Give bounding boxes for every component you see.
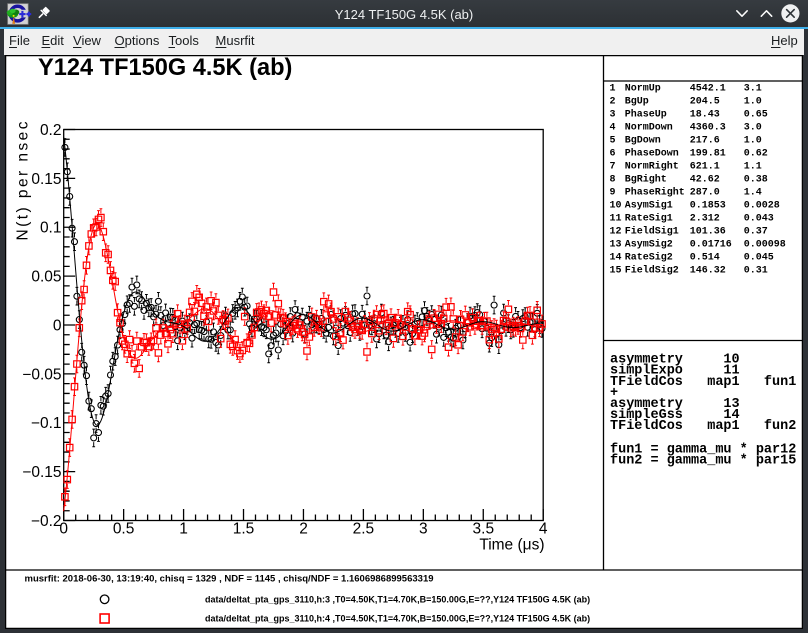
svg-text:0.2: 0.2 — [40, 122, 62, 139]
svg-text:217.6: 217.6 — [690, 136, 720, 147]
svg-text:10: 10 — [610, 201, 622, 212]
svg-text:6: 6 — [610, 149, 616, 160]
svg-text:N(t) per nsec: N(t) per nsec — [14, 119, 31, 240]
svg-text:204.5: 204.5 — [690, 97, 720, 108]
svg-text:12: 12 — [610, 227, 622, 238]
svg-text:RateSig1: RateSig1 — [625, 213, 673, 225]
svg-text:199.81: 199.81 — [690, 149, 726, 160]
svg-text:1: 1 — [610, 84, 616, 95]
svg-text:0.62: 0.62 — [744, 149, 768, 160]
svg-text:FieldSig1: FieldSig1 — [625, 226, 679, 238]
svg-text:0.15: 0.15 — [31, 171, 61, 188]
svg-text:4: 4 — [610, 123, 616, 134]
svg-text:14: 14 — [610, 253, 622, 264]
svg-text:data/deltat_pta_gps_3110,h:4 ,: data/deltat_pta_gps_3110,h:4 ,T0=4.50K,T… — [205, 613, 590, 623]
svg-text:0.514: 0.514 — [690, 253, 720, 264]
svg-text:4: 4 — [539, 521, 548, 538]
svg-text:Time (μs): Time (μs) — [479, 537, 544, 554]
svg-text:−0.2: −0.2 — [31, 513, 62, 530]
svg-text:5: 5 — [610, 136, 616, 147]
svg-text:146.32: 146.32 — [690, 266, 726, 277]
svg-text:13: 13 — [610, 240, 622, 251]
svg-text:0.01716: 0.01716 — [690, 240, 732, 251]
svg-text:1.0: 1.0 — [744, 136, 762, 147]
svg-text:−0.05: −0.05 — [22, 366, 61, 383]
svg-text:9: 9 — [610, 188, 616, 199]
svg-text:4542.1: 4542.1 — [690, 84, 726, 95]
svg-text:1.4: 1.4 — [744, 188, 762, 199]
svg-text:PhaseUp: PhaseUp — [625, 109, 667, 121]
svg-text:1: 1 — [179, 521, 188, 538]
svg-text:15: 15 — [610, 266, 622, 277]
svg-text:−0.15: −0.15 — [22, 464, 61, 481]
svg-text:8: 8 — [610, 175, 616, 186]
svg-text:NormDown: NormDown — [625, 123, 673, 134]
svg-text:BgUp: BgUp — [625, 97, 649, 108]
svg-text:1.0: 1.0 — [744, 97, 762, 108]
svg-text:2: 2 — [610, 97, 616, 108]
svg-text:0.38: 0.38 — [744, 175, 768, 186]
svg-text:0.37: 0.37 — [744, 227, 768, 238]
svg-text:287.0: 287.0 — [690, 188, 720, 199]
svg-text:PhaseRight: PhaseRight — [625, 187, 685, 199]
svg-text:BgRight: BgRight — [625, 174, 667, 186]
svg-text:0.5: 0.5 — [113, 521, 135, 538]
svg-text:musrfit: 2018-06-30, 13:19:40,: musrfit: 2018-06-30, 13:19:40, chisq = 1… — [25, 574, 434, 585]
svg-text:0.31: 0.31 — [744, 266, 768, 277]
svg-text:FieldSig2: FieldSig2 — [625, 265, 679, 277]
svg-text:1.1: 1.1 — [744, 162, 762, 173]
svg-text:3.1: 3.1 — [744, 84, 762, 95]
svg-text:7: 7 — [610, 162, 616, 173]
svg-text:Y124 TF150G 4.5K (ab): Y124 TF150G 4.5K (ab) — [38, 55, 292, 81]
svg-text:PhaseDown: PhaseDown — [625, 148, 679, 160]
svg-text:3.5: 3.5 — [473, 521, 495, 538]
svg-text:NormUp: NormUp — [625, 84, 661, 95]
svg-text:AsymSig1: AsymSig1 — [625, 200, 673, 212]
svg-text:2.5: 2.5 — [353, 521, 375, 538]
svg-text:AsymSig2: AsymSig2 — [625, 239, 673, 251]
svg-text:TFieldCos map1 fun1: TFieldCos map1 fun1 — [610, 375, 796, 390]
svg-text:NormRight: NormRight — [625, 161, 679, 173]
svg-text:0.045: 0.045 — [744, 253, 774, 264]
svg-text:101.36: 101.36 — [690, 227, 726, 238]
svg-text:18.43: 18.43 — [690, 110, 720, 121]
svg-text:0.1: 0.1 — [40, 220, 62, 237]
svg-text:−0.1: −0.1 — [31, 415, 62, 432]
svg-text:3: 3 — [419, 521, 428, 538]
svg-text:0.0028: 0.0028 — [744, 201, 780, 212]
svg-text:621.1: 621.1 — [690, 162, 720, 173]
svg-text:42.62: 42.62 — [690, 175, 720, 186]
svg-text:BgDown: BgDown — [625, 136, 661, 147]
svg-text:RateSig2: RateSig2 — [625, 252, 673, 264]
svg-text:0.65: 0.65 — [744, 110, 768, 121]
svg-text:3: 3 — [610, 110, 616, 121]
svg-text:0.05: 0.05 — [31, 269, 61, 286]
svg-text:2: 2 — [299, 521, 308, 538]
svg-text:11: 11 — [610, 214, 622, 225]
svg-text:4360.3: 4360.3 — [690, 123, 726, 134]
svg-text:1.5: 1.5 — [233, 521, 255, 538]
svg-text:3.0: 3.0 — [744, 123, 762, 134]
svg-text:fun2 = gamma_mu * par15: fun2 = gamma_mu * par15 — [610, 454, 796, 469]
svg-text:0.00098: 0.00098 — [744, 240, 786, 251]
svg-text:0.1853: 0.1853 — [690, 201, 726, 212]
svg-text:data/deltat_pta_gps_3110,h:3 ,: data/deltat_pta_gps_3110,h:3 ,T0=4.50K,T… — [205, 594, 590, 604]
svg-text:0.043: 0.043 — [744, 214, 774, 225]
svg-text:0: 0 — [53, 317, 62, 334]
svg-text:TFieldCos map1 fun2: TFieldCos map1 fun2 — [610, 419, 796, 434]
svg-text:2.312: 2.312 — [690, 214, 720, 225]
